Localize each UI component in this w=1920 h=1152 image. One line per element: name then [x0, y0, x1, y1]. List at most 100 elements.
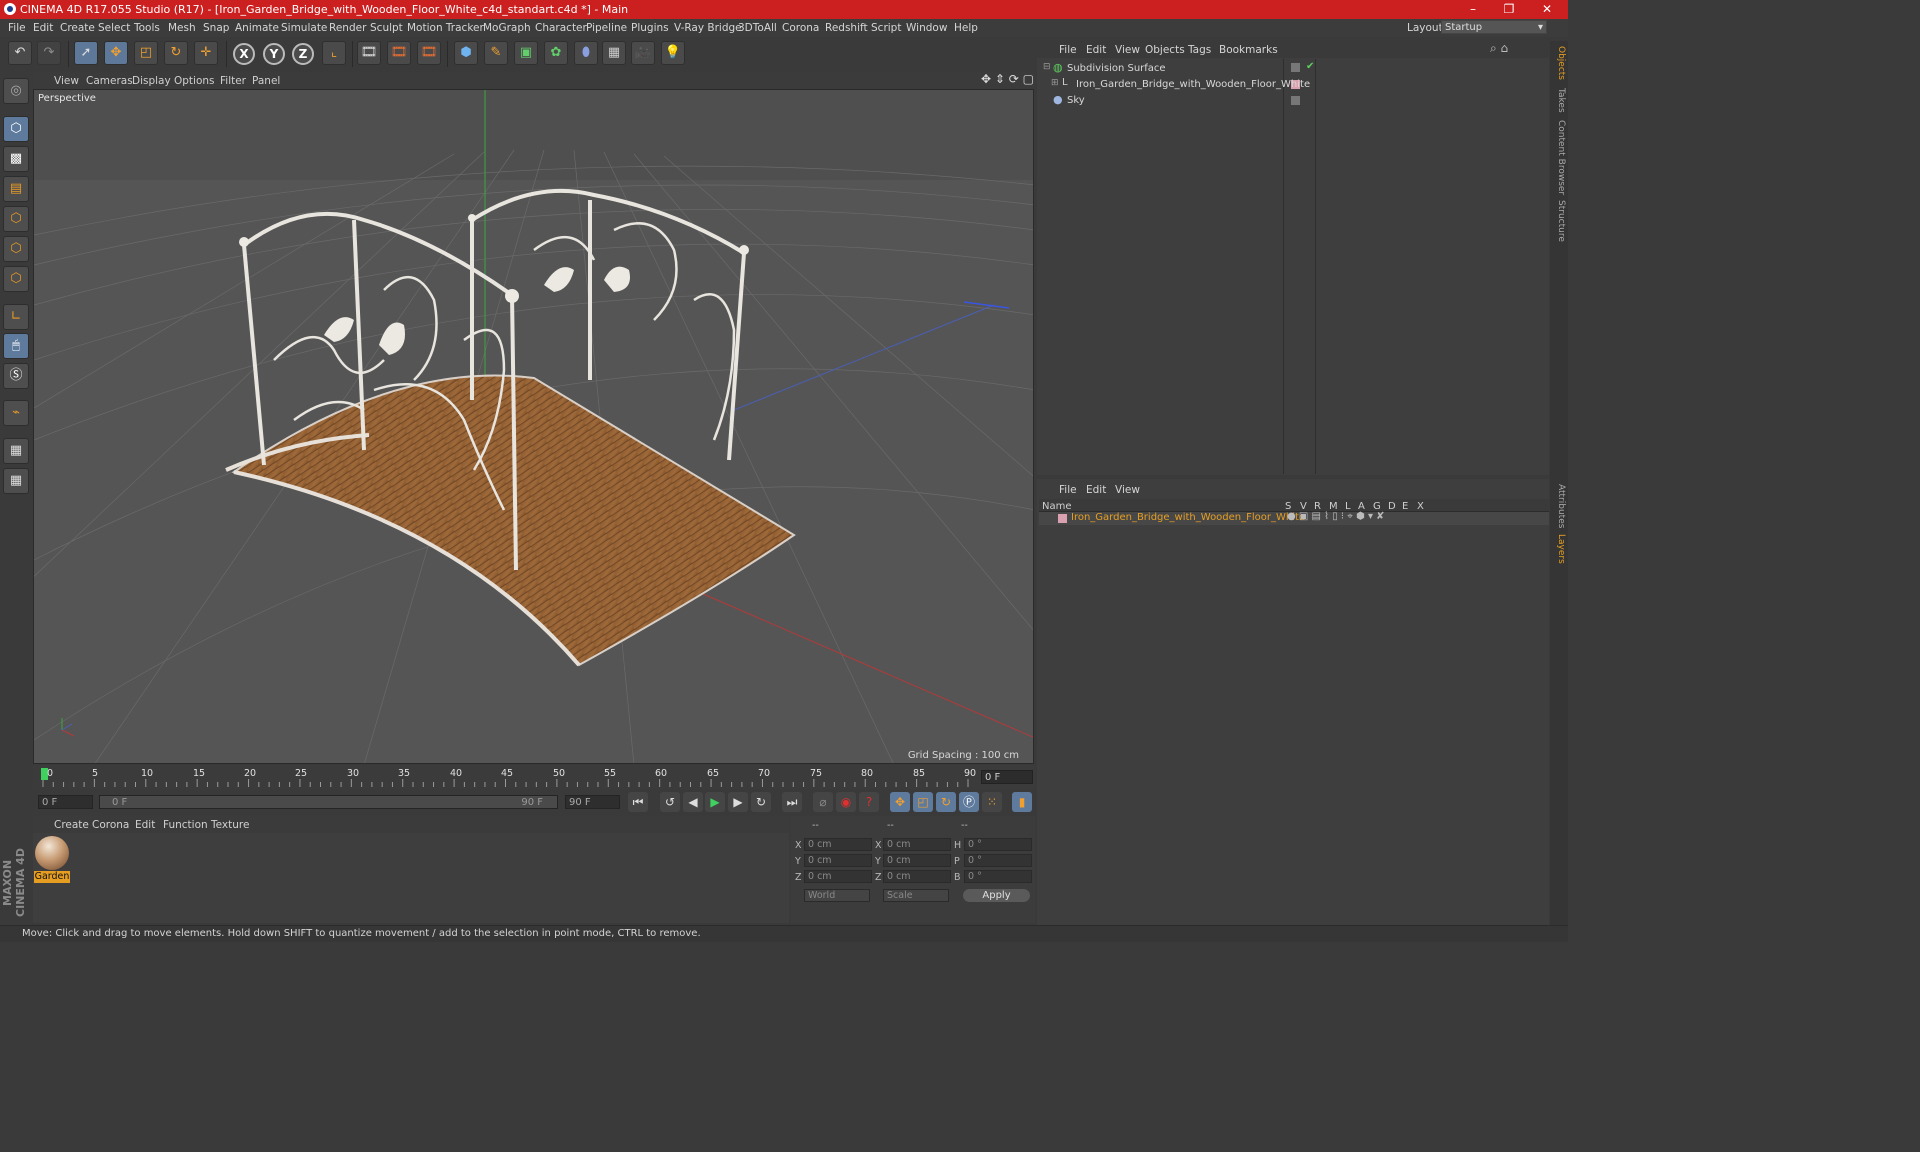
snap-button[interactable]: ⌁: [3, 400, 29, 426]
menu-animate[interactable]: Animate: [235, 22, 279, 34]
pen-spline-icon[interactable]: ✎: [484, 41, 508, 65]
go-to-start-button[interactable]: ⏮: [628, 792, 648, 812]
cube-object-icon[interactable]: ⬢: [454, 41, 478, 65]
expand-icon[interactable]: ⊞: [1051, 78, 1059, 88]
viewport-menu-panel[interactable]: Panel: [252, 75, 280, 87]
workplane-rotate-button[interactable]: ▦: [3, 468, 29, 494]
menu-motion-tracker[interactable]: Motion Tracker: [407, 22, 484, 34]
layer-col-x[interactable]: X: [1417, 501, 1424, 512]
workplane-lock-button[interactable]: ▦: [3, 438, 29, 464]
model-mode-button[interactable]: ⬡: [3, 116, 29, 142]
menu-edit[interactable]: Edit: [33, 22, 53, 34]
menu-redshift[interactable]: Redshift: [825, 22, 868, 34]
record-active-button[interactable]: ◉: [836, 792, 856, 812]
size-z-field[interactable]: 0 cm: [883, 870, 951, 883]
menu-corona[interactable]: Corona: [782, 22, 819, 34]
start-frame-field[interactable]: 0 F: [38, 795, 93, 809]
current-frame-field[interactable]: 0 F: [981, 770, 1033, 784]
polygons-mode-button[interactable]: ⬡: [3, 266, 29, 292]
coordinate-space-select[interactable]: World: [804, 889, 870, 902]
play-button[interactable]: ▶: [705, 792, 725, 812]
layers-menu-file[interactable]: File: [1059, 484, 1077, 496]
tab-objects[interactable]: Objects: [1552, 46, 1566, 80]
viewport-menu-display[interactable]: Display: [132, 75, 171, 87]
menu-render[interactable]: Render: [329, 22, 366, 34]
key-rotation-button[interactable]: ↻: [936, 792, 956, 812]
menu-plugins[interactable]: Plugins: [631, 22, 669, 34]
viewport-nav-icons[interactable]: ✥ ⇕ ⟳ ▢: [981, 72, 1034, 86]
layer-col-d[interactable]: D: [1388, 501, 1396, 512]
axis-mode-button[interactable]: ∟: [3, 304, 29, 330]
camera-icon[interactable]: 🎥: [631, 41, 655, 65]
y-axis-lock-button[interactable]: Y: [263, 43, 285, 65]
objects-menu-bookmarks[interactable]: Bookmarks: [1219, 44, 1278, 56]
menu-sculpt[interactable]: Sculpt: [370, 22, 403, 34]
collapse-icon[interactable]: ⊟: [1043, 62, 1051, 72]
x-axis-lock-button[interactable]: X: [233, 43, 255, 65]
layer-swatch[interactable]: [1291, 96, 1300, 105]
menu-file[interactable]: File: [8, 22, 26, 34]
key-points-button[interactable]: ⁙: [982, 792, 1002, 812]
timeline-window-button[interactable]: ▮: [1012, 792, 1032, 812]
deformer-icon[interactable]: ⬮: [574, 41, 598, 65]
end-frame-field[interactable]: 90 F: [565, 795, 620, 809]
previous-frame-button[interactable]: ◀: [683, 792, 703, 812]
layers-menu-view[interactable]: View: [1115, 484, 1140, 496]
material-menu-corona[interactable]: Corona: [92, 819, 129, 831]
size-y-field[interactable]: 0 cm: [883, 854, 951, 867]
menu-select[interactable]: Select: [98, 22, 130, 34]
render-picture-viewer-button[interactable]: 🎞: [387, 41, 411, 65]
viewport-menu-options[interactable]: Options: [174, 75, 215, 87]
redo-button[interactable]: ↷: [37, 41, 61, 65]
make-editable-button[interactable]: ◎: [3, 78, 29, 104]
menu-tools[interactable]: Tools: [134, 22, 160, 34]
size-mode-select[interactable]: Scale: [883, 889, 949, 902]
menu-snap[interactable]: Snap: [203, 22, 229, 34]
mograph-cloner-icon[interactable]: ✿: [544, 41, 568, 65]
objects-menu-objects[interactable]: Objects: [1145, 44, 1185, 56]
select-tool-button[interactable]: ➚: [74, 41, 98, 65]
viewport-menu-filter[interactable]: Filter: [220, 75, 246, 87]
render-view-button[interactable]: 🎞: [357, 41, 381, 65]
menu-simulate[interactable]: Simulate: [281, 22, 327, 34]
object-name[interactable]: Sky: [1067, 95, 1085, 106]
key-position-button[interactable]: ✥: [890, 792, 910, 812]
object-name[interactable]: Subdivision Surface: [1067, 63, 1166, 74]
material-menu-function[interactable]: Function: [163, 819, 208, 831]
close-button[interactable]: ✕: [1537, 2, 1557, 16]
layer-color-swatch[interactable]: [1058, 514, 1067, 523]
layer-row[interactable]: Iron_Garden_Bridge_with_Wooden_Floor_Whi…: [1039, 511, 1549, 525]
autokey-help-button[interactable]: ?: [859, 792, 879, 812]
material-preview-garden[interactable]: [35, 836, 69, 870]
minimize-button[interactable]: –: [1463, 2, 1483, 16]
rotate-tool-button[interactable]: ↻: [164, 41, 188, 65]
object-name[interactable]: Iron_Garden_Bridge_with_Wooden_Floor_Whi…: [1076, 79, 1310, 90]
light-icon[interactable]: 💡: [661, 41, 685, 65]
viewport-menu-cameras[interactable]: Cameras: [86, 75, 133, 87]
check-icon[interactable]: ✔: [1306, 61, 1314, 72]
objects-menu-view[interactable]: View: [1115, 44, 1140, 56]
position-y-field[interactable]: 0 cm: [804, 854, 872, 867]
texture-mode-button[interactable]: ▩: [3, 146, 29, 172]
menu-3dtoall[interactable]: 3DToAll: [738, 22, 777, 34]
objects-search-icon[interactable]: ⌕ ⌂: [1490, 41, 1508, 56]
rotation-b-field[interactable]: 0 °: [964, 870, 1032, 883]
material-menu-create[interactable]: Create: [54, 819, 89, 831]
go-to-end-button[interactable]: ⏭: [782, 792, 802, 812]
tab-attributes[interactable]: Attributes: [1552, 484, 1566, 528]
key-parameter-button[interactable]: Ⓟ: [959, 792, 979, 812]
menu-create[interactable]: Create: [60, 22, 95, 34]
tab-structure[interactable]: Structure: [1552, 200, 1566, 242]
material-name-label[interactable]: Garden: [34, 871, 70, 883]
subdivision-surface-icon[interactable]: ▣: [514, 41, 538, 65]
points-mode-button[interactable]: ⬡: [3, 206, 29, 232]
previous-key-button[interactable]: ↺: [660, 792, 680, 812]
floor-scene-icon[interactable]: ▦: [602, 41, 626, 65]
layer-header-name[interactable]: Name: [1042, 501, 1072, 512]
tab-layers[interactable]: Layers: [1552, 534, 1566, 564]
menu-help[interactable]: Help: [954, 22, 978, 34]
layer-name[interactable]: Iron_Garden_Bridge_with_Wooden_Floor_Whi…: [1071, 512, 1305, 523]
menu-mograph[interactable]: MoGraph: [483, 22, 531, 34]
menu-window[interactable]: Window: [906, 22, 947, 34]
edges-mode-button[interactable]: ⬡: [3, 236, 29, 262]
